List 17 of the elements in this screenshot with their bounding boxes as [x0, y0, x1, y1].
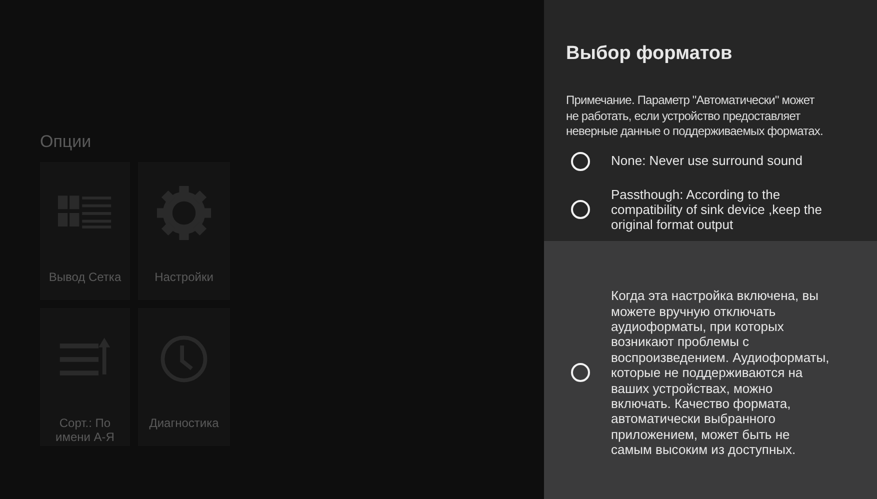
- tile-label: Сорт.: По имени А-Я: [54, 416, 116, 444]
- option-tile[interactable]: Настройки: [138, 162, 230, 300]
- radio-option[interactable]: None: Never use surround sound: [544, 140, 877, 178]
- radio-button[interactable]: [571, 363, 590, 382]
- panel-title: Выбор форматов: [565, 42, 734, 66]
- note-text: Примечание. Параметр "Автоматически" может не работать, если устройство предоставляет неверные данные о поддерживаемых форматах.: [565, 93, 824, 140]
- option-tile[interactable]: Вывод Сетка: [40, 162, 130, 300]
- radio-button[interactable]: [571, 200, 590, 220]
- option-tile[interactable]: Диагностика: [138, 308, 230, 446]
- tile-label: Диагностика: [148, 416, 220, 430]
- radio-option[interactable]: Passthough: According to the compatibility of sink device ,keep the original format output: [544, 178, 877, 241]
- tile-label: Вывод Сетка: [48, 270, 122, 284]
- section-title: Опции: [40, 132, 92, 152]
- radio-button[interactable]: [571, 152, 590, 170]
- option-tile[interactable]: Сорт.: По имени А-Я: [40, 308, 130, 446]
- tile-label: Настройки: [154, 270, 214, 284]
- radio-option[interactable]: Когда эта настройка включена, вы можете вручную отключать аудиоформаты, при которых возникают проблемы с воспроизведением. Аудиоформаты, которые не поддерживаются на ваших устройствах, можно включать. Качество формата, автоматически выбранного приложением, может быть не самым высоким из доступных.: [544, 240, 877, 499]
